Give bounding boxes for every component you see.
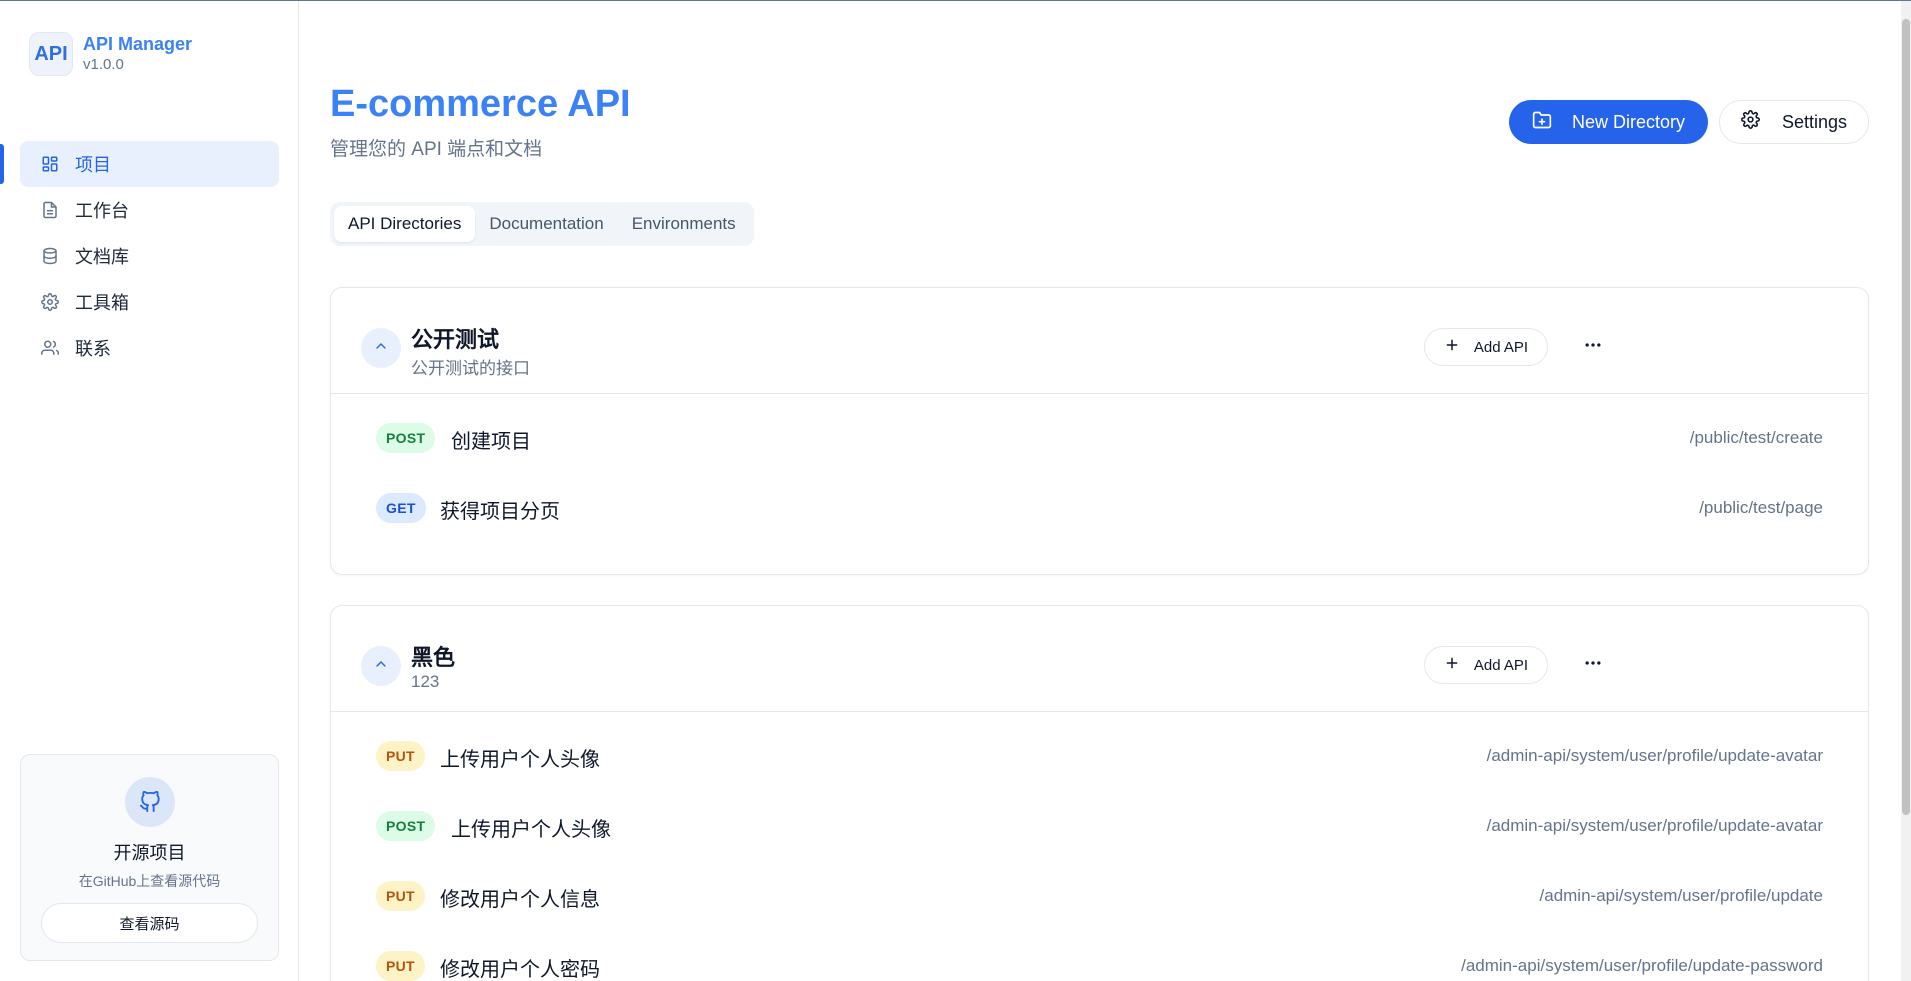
group-description: 123 bbox=[411, 672, 440, 691]
plus-icon bbox=[1444, 655, 1474, 675]
database-icon bbox=[40, 246, 60, 266]
endpoint-name: 修改用户个人密码 bbox=[440, 959, 600, 981]
sidebar-item-contact[interactable]: 联系 bbox=[20, 325, 279, 371]
method-badge: PUT bbox=[376, 881, 425, 911]
api-directory-group: 公开测试 公开测试的接口 Add API POST 创建项目 /public/t… bbox=[330, 287, 1869, 575]
sidebar-item-label: 工作台 bbox=[75, 201, 129, 221]
sidebar-item-toolbox[interactable]: 工具箱 bbox=[20, 279, 279, 325]
chevron-up-icon bbox=[373, 656, 389, 677]
tab-documentation[interactable]: Documentation bbox=[475, 206, 617, 242]
method-badge: PUT bbox=[376, 951, 425, 981]
folder-plus-icon bbox=[1532, 110, 1572, 135]
method-badge: PUT bbox=[376, 741, 425, 771]
more-horizontal-icon bbox=[1583, 653, 1603, 678]
endpoint-name: 上传用户个人头像 bbox=[440, 749, 600, 771]
sidebar-item-workbench[interactable]: 工作台 bbox=[20, 187, 279, 233]
sidebar-item-label: 工具箱 bbox=[75, 293, 129, 313]
file-icon bbox=[40, 200, 60, 220]
endpoint-row[interactable]: GET 获得项目分页 /public/test/page bbox=[331, 472, 1868, 542]
sidebar-item-projects[interactable]: 项目 bbox=[20, 141, 279, 187]
endpoint-row[interactable]: POST 创建项目 /public/test/create bbox=[331, 402, 1868, 472]
endpoint-row[interactable]: PUT 修改用户个人密码 /admin-api/system/user/prof… bbox=[331, 930, 1868, 981]
sidebar-item-label: 文档库 bbox=[75, 247, 129, 267]
collapse-button[interactable] bbox=[361, 328, 401, 368]
view-source-button[interactable]: 查看源码 bbox=[41, 903, 258, 943]
brand-name: API Manager bbox=[83, 34, 193, 54]
oss-subtitle: 在GitHub上查看源代码 bbox=[78, 873, 221, 889]
gear-icon bbox=[1741, 110, 1782, 134]
endpoint-path: /public/test/create bbox=[1689, 428, 1823, 447]
plus-icon bbox=[1444, 337, 1474, 357]
page-subtitle: 管理您的 API 端点和文档 bbox=[330, 139, 543, 160]
scrollbar-thumb[interactable] bbox=[1902, 19, 1910, 815]
users-icon bbox=[40, 338, 60, 358]
api-directory-group: 黑色 123 Add API PUT 上传用户个人头像 /admin-api/s… bbox=[330, 605, 1869, 981]
settings-button[interactable]: Settings bbox=[1719, 100, 1869, 144]
sidebar-item-label: 项目 bbox=[75, 155, 111, 175]
page-title: E-commerce API bbox=[330, 83, 631, 125]
brand[interactable]: API API Manager v1.0.0 bbox=[29, 32, 192, 76]
brand-logo: API bbox=[29, 32, 73, 76]
group-header: 黑色 123 Add API bbox=[331, 606, 1868, 712]
endpoint-name: 创建项目 bbox=[451, 431, 531, 453]
add-api-button[interactable]: Add API bbox=[1424, 646, 1548, 684]
method-badge: POST bbox=[376, 811, 436, 841]
collapse-button[interactable] bbox=[361, 646, 401, 686]
group-header: 公开测试 公开测试的接口 Add API bbox=[331, 288, 1868, 394]
tab-api-directories[interactable]: API Directories bbox=[334, 206, 476, 242]
main-content: E-commerce API 管理您的 API 端点和文档 New Direct… bbox=[300, 1, 1901, 981]
open-source-card: 开源项目 在GitHub上查看源代码 查看源码 bbox=[20, 754, 279, 961]
endpoint-path: /admin-api/system/user/profile/update bbox=[1539, 886, 1823, 905]
endpoint-path: /admin-api/system/user/profile/update-pa… bbox=[1461, 956, 1823, 975]
new-directory-button[interactable]: New Directory bbox=[1509, 100, 1708, 144]
brand-version: v1.0.0 bbox=[83, 56, 124, 73]
method-badge: GET bbox=[376, 493, 426, 523]
add-api-button[interactable]: Add API bbox=[1424, 328, 1548, 366]
endpoint-path: /admin-api/system/user/profile/update-av… bbox=[1486, 746, 1823, 765]
endpoint-row[interactable]: PUT 修改用户个人信息 /admin-api/system/user/prof… bbox=[331, 860, 1868, 930]
add-api-label: Add API bbox=[1473, 656, 1529, 674]
tab-environments[interactable]: Environments bbox=[618, 206, 750, 242]
endpoint-name: 修改用户个人信息 bbox=[440, 889, 600, 911]
endpoint-name: 上传用户个人头像 bbox=[451, 819, 611, 841]
endpoint-path: /public/test/page bbox=[1699, 498, 1823, 517]
gear-icon bbox=[40, 292, 60, 312]
sidebar-item-docs[interactable]: 文档库 bbox=[20, 233, 279, 279]
grid-icon bbox=[40, 154, 60, 174]
more-options-button[interactable] bbox=[1578, 332, 1608, 362]
new-directory-label: New Directory bbox=[1571, 111, 1686, 132]
endpoint-path: /admin-api/system/user/profile/update-av… bbox=[1486, 816, 1823, 835]
active-indicator bbox=[0, 144, 4, 184]
chevron-up-icon bbox=[373, 338, 389, 359]
endpoint-row[interactable]: POST 上传用户个人头像 /admin-api/system/user/pro… bbox=[331, 790, 1868, 860]
method-badge: POST bbox=[376, 423, 436, 453]
oss-title: 开源项目 bbox=[113, 843, 186, 863]
more-horizontal-icon bbox=[1583, 335, 1603, 360]
endpoint-row[interactable]: PUT 上传用户个人头像 /admin-api/system/user/prof… bbox=[331, 720, 1868, 790]
add-api-label: Add API bbox=[1473, 338, 1529, 356]
settings-label: Settings bbox=[1781, 111, 1848, 132]
group-description: 公开测试的接口 bbox=[411, 359, 530, 378]
sidebar-nav: 项目 工作台 文档库 工具箱 联系 bbox=[20, 141, 279, 371]
group-name: 公开测试 bbox=[411, 327, 500, 352]
more-options-button[interactable] bbox=[1578, 650, 1608, 680]
tab-bar: API Directories Documentation Environmen… bbox=[330, 202, 754, 246]
endpoint-name: 获得项目分页 bbox=[440, 501, 560, 523]
sidebar: API API Manager v1.0.0 项目 工作台 文档库 工具箱 联系… bbox=[0, 1, 299, 981]
github-icon bbox=[124, 777, 175, 827]
sidebar-item-label: 联系 bbox=[75, 339, 111, 359]
group-name: 黑色 bbox=[411, 645, 456, 670]
scrollbar[interactable] bbox=[1901, 1, 1911, 981]
